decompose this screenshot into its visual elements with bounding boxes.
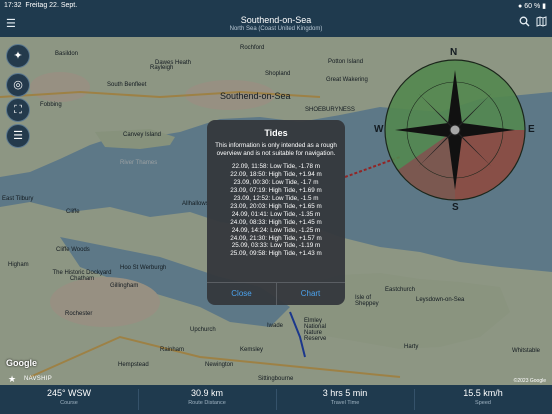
stat-travel-time: 3 hrs 5 min Travel Time <box>276 388 414 406</box>
stat-course: 245° WSW Course <box>0 388 138 406</box>
tide-entry: 23.09, 20:03: High Tide, +1.65 m <box>230 202 322 210</box>
tide-list: 22.09, 11:58: Low Tide, -1.78 m 22.09, 1… <box>207 163 345 258</box>
tide-entry: 24.09, 14:24: Low Tide, -1.25 m <box>231 226 321 234</box>
tide-entry: 23.09, 12:52: Low Tide, -1.5 m <box>233 195 319 203</box>
page-subtitle: North Sea (Coast United Kingdom) <box>229 26 323 32</box>
compass-rose-icon: ✦ <box>13 50 23 62</box>
tide-entry: 25.09, 03:33: Low Tide, -1.19 m <box>231 242 321 250</box>
dialog-button-row: Close Chart <box>207 282 345 305</box>
tide-entry: 22.09, 18:50: High Tide, +1.94 m <box>230 171 322 179</box>
tide-entry: 22.09, 11:58: Low Tide, -1.78 m <box>231 163 321 171</box>
trip-stats-bar: 245° WSW Course 30.9 km Route Distance 3… <box>0 385 552 414</box>
map-icon[interactable] <box>536 16 547 30</box>
search-icon[interactable] <box>519 16 530 30</box>
dialog-message: This information is only intended as a r… <box>215 142 337 158</box>
tide-entry: 23.09, 00:30: Low Tide, -1.7 m <box>233 179 319 187</box>
tide-entry: 25.09, 09:58: High Tide, +1.43 m <box>230 250 322 258</box>
navship-logo-icon: ★ <box>8 374 17 384</box>
compass-button[interactable]: ✦ <box>6 44 30 68</box>
stat-label: Travel Time <box>330 400 360 406</box>
stat-value: 30.9 km <box>190 388 223 398</box>
navship-brand: NAVSHIP <box>24 376 52 382</box>
nav-bar: ☰ Southend-on-Sea North Sea (Coast Unite… <box>0 13 552 37</box>
page-title: Southend-on-Sea <box>240 15 312 25</box>
fullscreen-button[interactable]: ⛶ <box>6 98 30 122</box>
status-bar: 17:32 Freitag 22. Sept. ● 60 % ▮ <box>0 0 552 13</box>
expand-icon: ⛶ <box>14 104 22 116</box>
tides-dialog: Tides This information is only intended … <box>207 120 345 305</box>
status-indicators: ● 60 % ▮ <box>518 2 546 10</box>
stat-route-distance: 30.9 km Route Distance <box>138 388 276 406</box>
stat-speed: 15.5 km/h Speed <box>414 388 552 406</box>
layers-icon: ☰ <box>13 130 23 142</box>
stat-value: 3 hrs 5 min <box>322 388 368 398</box>
chart-button[interactable]: Chart <box>276 283 345 305</box>
dialog-title: Tides <box>264 128 288 138</box>
stat-value: 245° WSW <box>46 388 92 398</box>
tide-entry: 24.09, 01:41: Low Tide, -1.35 m <box>231 210 321 218</box>
wifi-icon: ● <box>518 3 523 10</box>
stat-label: Route Distance <box>188 400 226 406</box>
close-button[interactable]: Close <box>207 283 276 305</box>
status-time: 17:32 Freitag 22. Sept. <box>4 2 78 9</box>
target-icon: ◎ <box>13 79 23 91</box>
tide-entry: 24.09, 21:30: High Tide, +1.57 m <box>230 234 322 242</box>
google-logo: Google <box>6 358 37 368</box>
battery-icon: ▮ <box>542 3 546 10</box>
map-copyright: ©2023 Google <box>513 378 546 384</box>
layers-button[interactable]: ☰ <box>6 124 30 148</box>
stat-label: Speed <box>475 400 491 406</box>
tide-entry: 23.09, 07:19: High Tide, +1.69 m <box>230 187 322 195</box>
tide-entry: 24.09, 08:33: High Tide, +1.45 m <box>230 218 322 226</box>
stat-value: 15.5 km/h <box>463 388 503 398</box>
locate-button[interactable]: ◎ <box>6 73 30 97</box>
stat-label: Course <box>60 400 78 406</box>
battery-text: 60 % <box>524 3 541 10</box>
